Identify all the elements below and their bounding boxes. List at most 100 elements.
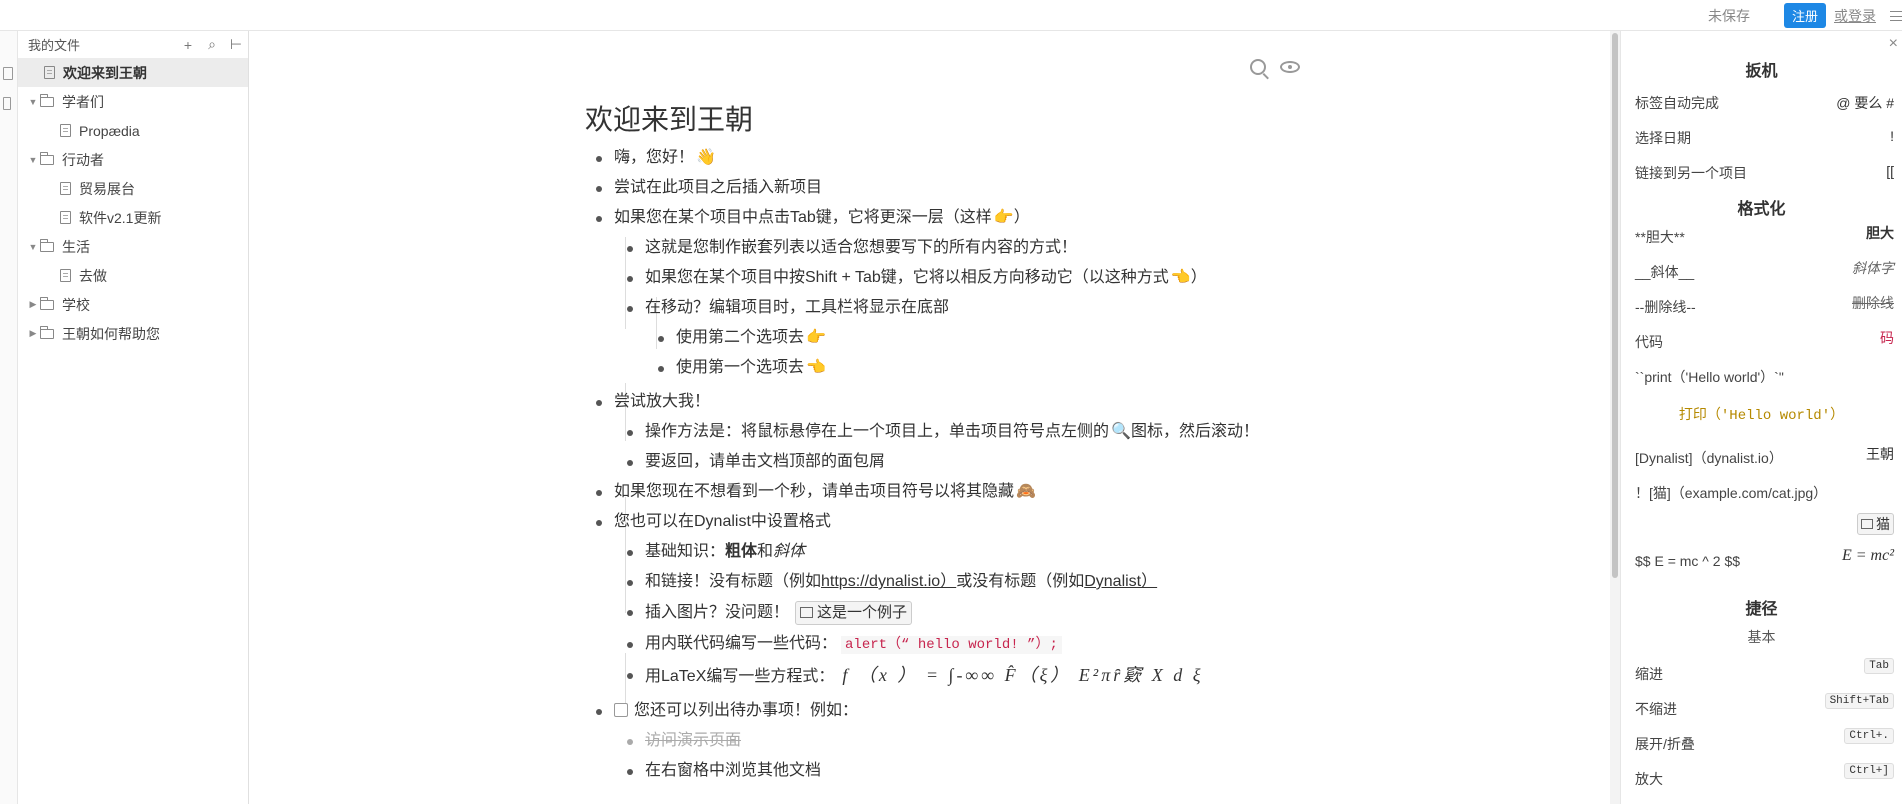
collapsed-caret-icon[interactable]: ▶ [26,299,40,310]
list-item[interactable]: 用内联代码编写一些代码： alert（“ hello world! ”）; [621,633,1310,656]
list-item[interactable]: 基础知识：粗体和斜体 [621,541,1310,563]
search-icon[interactable]: ⌕ [200,36,224,53]
tree-item-todo[interactable]: 去做 [18,261,248,290]
tree-folder-life[interactable]: ▼ 生活 [18,232,248,261]
monkey-emoji-icon: 🙈 [1016,483,1036,500]
tree-item-label: 王朝如何帮助您 [62,325,160,342]
list-item[interactable]: 在移动？编辑项目时，工具栏将显示在底部 [621,297,1310,319]
help-row: ``print（'Hello world'）`" [1635,369,1784,385]
bullet[interactable] [627,276,633,282]
bullet[interactable] [596,216,602,222]
bullet[interactable] [627,642,633,648]
tree-item-label: 行动者 [62,151,104,168]
bullet[interactable] [596,156,602,162]
list-item[interactable]: 如果您在某个项目中点击Tab键，它将更深一层（这样 👉） [590,207,1310,229]
bullet[interactable] [627,550,633,556]
help-panel: × 扳机 标签自动完成 @ 要么 # 选择日期! 链接到另一个项目[[ 格式化 *… [1620,31,1902,804]
tree-folder-help[interactable]: ▶ 王朝如何帮助您 [18,319,248,348]
bullet[interactable] [627,246,633,252]
point-right-emoji-icon: 👉 [806,329,826,346]
list-item[interactable]: 用LaTeX编写一些方程式： f （x ） = ∫-∞∞ F̂（ξ） E²πȓ窽 … [621,664,1310,688]
tree-item-software-update[interactable]: 软件v2.1更新 [18,203,248,232]
list-item[interactable]: 您还可以列出待办事项！例如： [590,700,1310,722]
bullet[interactable] [596,400,602,406]
bullet[interactable] [627,610,633,616]
list-item[interactable]: 插入图片？没问题！ 这是一个例子 [621,601,1310,625]
tree-item-label: 学校 [62,296,90,313]
tree-item-label: 欢迎来到王朝 [63,64,147,81]
bullet[interactable] [627,580,633,586]
scrollbar[interactable] [1610,31,1620,804]
dynalist-link[interactable]: Dynalist） [1084,573,1157,590]
bullet[interactable] [596,186,602,192]
list-item[interactable]: 嗨，您好！ 👋 [590,147,1310,169]
document-title[interactable]: 欢迎来到王朝 [585,98,753,138]
point-left-emoji-icon: 👈 [806,359,826,376]
image-icon [800,607,814,618]
list-item[interactable]: 如果您在某个项目中按Shift + Tab键，它将以相反方向移动它（以这种方式 👈… [621,267,1310,289]
list-item[interactable]: 访问演示页面 [621,730,1310,752]
file-tree: 我的文件 + ⌕ ⊢ 欢迎来到王朝 ▼ 学者们 Propædia ▼ 行动者 贸… [18,31,249,804]
add-icon[interactable]: + [176,37,200,53]
collapsed-caret-icon[interactable]: ▶ [26,328,40,339]
list-item[interactable]: 操作方法是：将鼠标悬停在上一个项目上，单击项目符号点左侧的 🔍图标，然后滚动！ [621,421,1310,443]
list-item[interactable]: 尝试放大我！ [590,391,1310,413]
register-button[interactable]: 注册 [1783,3,1826,28]
login-link[interactable]: 或登录 [1834,6,1876,26]
bullet[interactable] [627,430,633,436]
tree-folder-actors[interactable]: ▼ 行动者 [18,145,248,174]
list-item[interactable]: 使用第二个选项去 👉 [652,327,1310,349]
bullet[interactable] [627,460,633,466]
search-icon[interactable] [1250,59,1266,75]
list-item[interactable]: 和链接！没有标题（例如https://dynalist.io）或没有标题（例如D… [621,571,1310,593]
expanded-caret-icon[interactable]: ▼ [26,155,40,165]
document-icon [60,182,71,195]
image-icon [1861,519,1873,529]
bullet[interactable] [627,673,633,679]
image-example-button[interactable]: 猫 [1857,513,1894,535]
bullet[interactable] [596,520,602,526]
help-row: **胆大** 胆大 [1635,225,1894,245]
scrollbar-thumb[interactable] [1612,33,1618,578]
menu-icon[interactable] [1890,10,1902,21]
help-row: [Dynalist]（dynalist.io） 王朝 [1635,446,1894,466]
expanded-caret-icon[interactable]: ▼ [26,242,40,252]
bullet[interactable] [627,769,633,775]
tree-folder-scholars[interactable]: ▼ 学者们 [18,87,248,116]
bullet[interactable] [596,709,602,715]
list-item[interactable]: 您也可以在Dynalist中设置格式 [590,511,1310,533]
tree-item-label: 学者们 [62,93,104,110]
close-icon[interactable]: × [1889,35,1898,53]
help-row: $$ E = mc ^ 2 $$ E = mc² [1635,547,1894,569]
todo-checkbox[interactable] [614,703,628,717]
list-item[interactable]: 如果您现在不想看到一个秒，请单击项目符号以将其隐藏 🙈 [590,481,1310,503]
eye-icon[interactable] [1280,61,1300,73]
tree-item-welcome[interactable]: 欢迎来到王朝 [18,58,248,87]
bullet[interactable] [658,366,664,372]
help-row: --删除线-- 删除线 [1635,295,1894,315]
section-title-shortcuts: 捷径 [1745,601,1778,618]
list-item[interactable]: 这就是您制作嵌套列表以适合您想要写下的所有内容的方式！ [621,237,1310,259]
folder-icon [40,325,54,339]
collapse-icon[interactable]: ⊢ [224,36,248,53]
bullet[interactable] [627,739,633,745]
bullet[interactable] [658,336,664,342]
list-item[interactable]: 使用第一个选项去 👈 [652,357,1310,379]
folder-icon [40,93,54,107]
file-pane-icon[interactable] [3,67,13,80]
expanded-caret-icon[interactable]: ▼ [26,97,40,107]
section-title-formatting: 格式化 [1737,201,1786,218]
left-rail [0,31,18,804]
list-item[interactable]: 在右窗格中浏览其他文档 [621,760,1310,782]
bookmark-icon[interactable] [3,97,11,110]
list-item[interactable]: 要返回，请单击文档顶部的面包屑 [621,451,1310,473]
dynalist-url-link[interactable]: https://dynalist.io） [821,573,956,590]
tree-folder-school[interactable]: ▶ 学校 [18,290,248,319]
list-item[interactable]: 尝试在此项目之后插入新项目 [590,177,1310,199]
tree-item-trade-booth[interactable]: 贸易展台 [18,174,248,203]
bullet[interactable] [596,490,602,496]
document-editor: 欢迎来到王朝 嗨，您好！ 👋 尝试在此项目之后插入新项目 如果您在某个项目中点击T… [250,31,1610,804]
tree-item-propaedia[interactable]: Propædia [18,116,248,145]
image-example-button[interactable]: 这是一个例子 [795,601,913,625]
bullet[interactable] [627,306,633,312]
